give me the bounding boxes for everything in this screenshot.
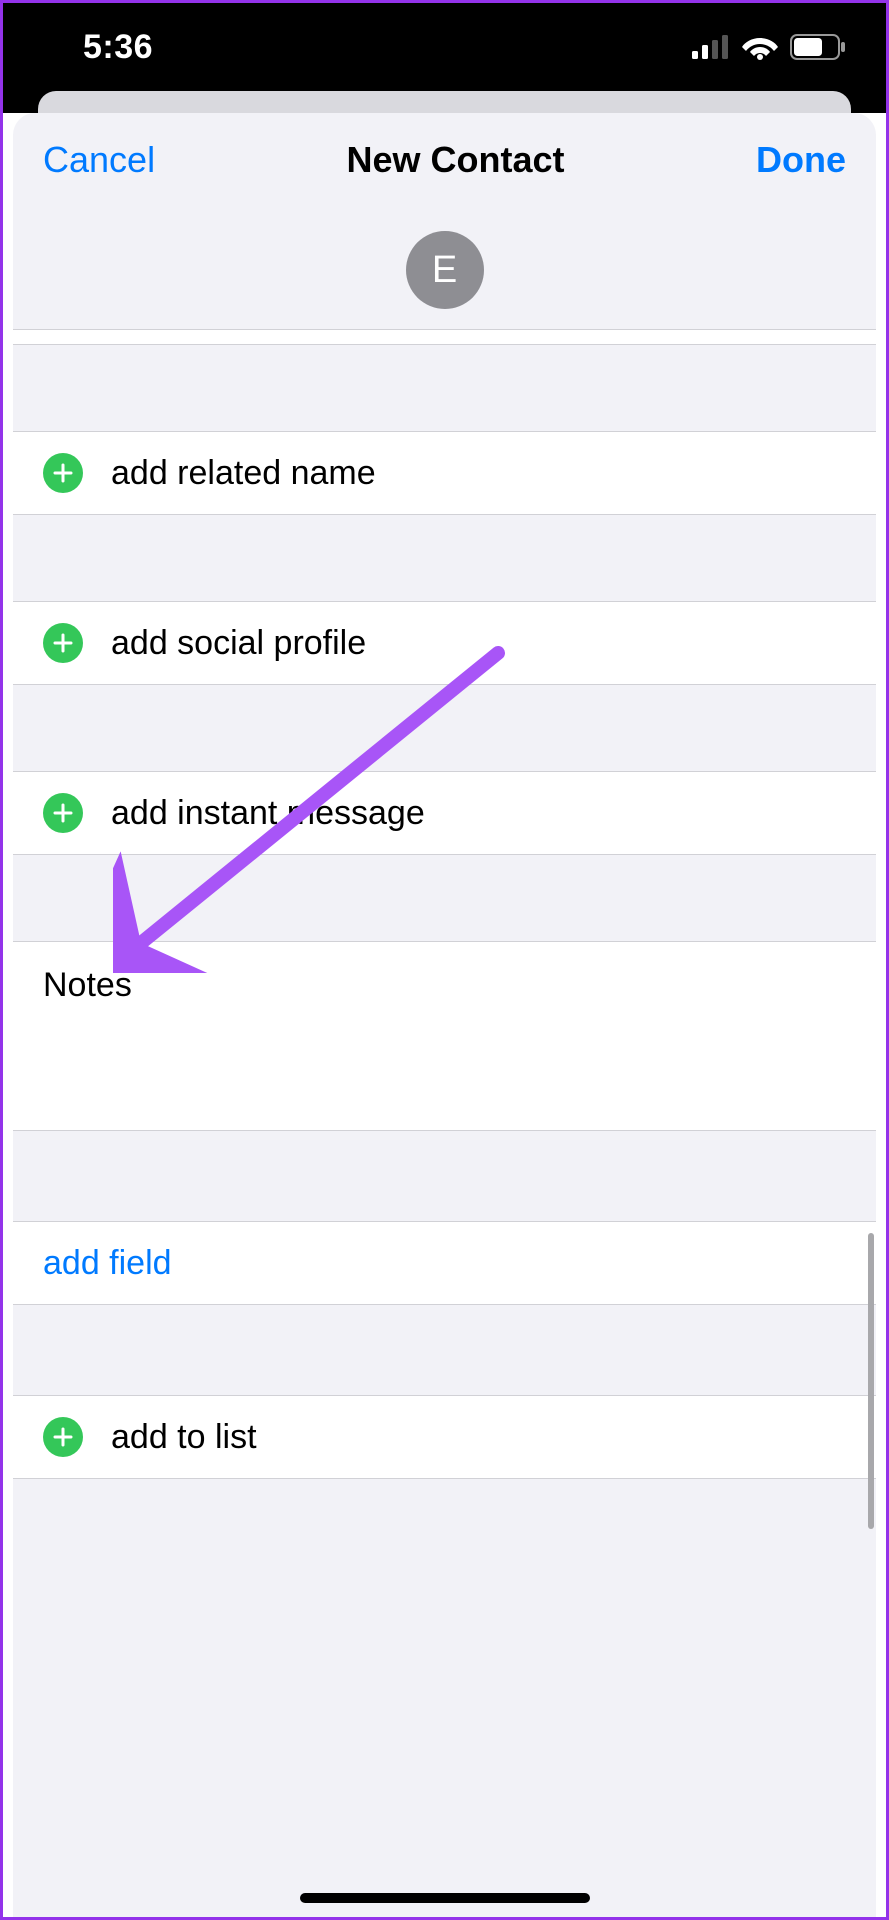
add-icon <box>43 453 83 493</box>
battery-icon <box>790 34 846 60</box>
add-field-row[interactable]: add field <box>13 1221 876 1305</box>
contact-avatar[interactable]: E <box>406 231 484 309</box>
modal-header: Cancel New Contact Done <box>13 113 876 201</box>
avatar-initial: E <box>432 249 457 292</box>
section-gap <box>13 1131 876 1221</box>
sheet-background-peek <box>3 91 886 113</box>
scroll-indicator[interactable] <box>868 1233 874 1529</box>
section-gap <box>13 685 876 771</box>
add-icon <box>43 793 83 833</box>
add-related-name-label: add related name <box>111 454 376 493</box>
field-sliver <box>13 329 876 345</box>
notes-field[interactable]: Notes <box>13 941 876 1131</box>
home-indicator[interactable] <box>300 1893 590 1903</box>
cellular-signal-icon <box>692 35 730 59</box>
status-icons <box>692 34 846 60</box>
section-gap <box>13 515 876 601</box>
add-instant-message-row[interactable]: add instant message <box>13 771 876 855</box>
cancel-button[interactable]: Cancel <box>43 139 155 181</box>
add-icon <box>43 623 83 663</box>
add-social-profile-label: add social profile <box>111 624 366 663</box>
notes-label: Notes <box>43 966 846 1005</box>
add-to-list-row[interactable]: add to list <box>13 1395 876 1479</box>
add-field-label: add field <box>43 1244 172 1283</box>
add-instant-message-label: add instant message <box>111 794 425 833</box>
add-icon <box>43 1417 83 1457</box>
status-bar: 5:36 <box>3 3 886 91</box>
section-gap <box>13 345 876 431</box>
add-related-name-row[interactable]: add related name <box>13 431 876 515</box>
add-social-profile-row[interactable]: add social profile <box>13 601 876 685</box>
done-button[interactable]: Done <box>756 139 846 181</box>
wifi-icon <box>742 34 778 60</box>
avatar-section: E <box>13 201 876 329</box>
status-time: 5:36 <box>83 28 153 67</box>
new-contact-sheet: Cancel New Contact Done E add related na… <box>13 113 876 1917</box>
modal-title: New Contact <box>347 139 565 181</box>
add-to-list-label: add to list <box>111 1418 257 1457</box>
section-gap <box>13 1305 876 1395</box>
section-gap <box>13 855 876 941</box>
